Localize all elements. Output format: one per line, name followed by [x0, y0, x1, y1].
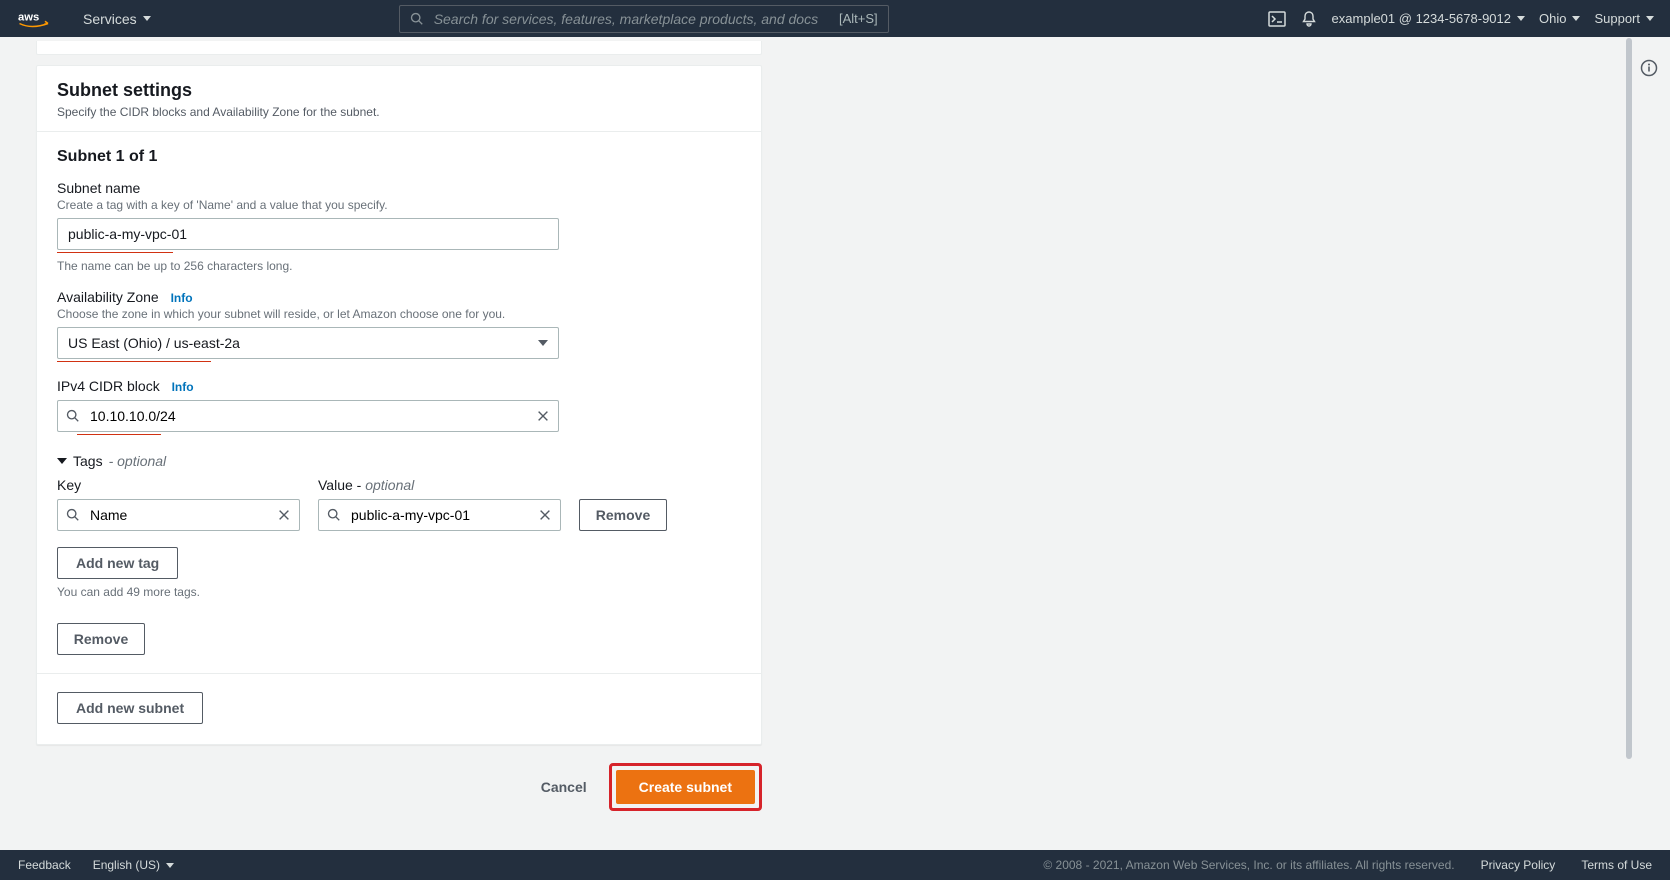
services-menu[interactable]: Services — [75, 11, 159, 27]
svg-text:aws: aws — [18, 11, 39, 23]
tags-toggle[interactable]: Tags - optional — [57, 453, 741, 469]
page-content: Subnet settings Specify the CIDR blocks … — [0, 37, 1628, 850]
panel-subtitle: Specify the CIDR blocks and Availability… — [57, 105, 741, 119]
az-select[interactable]: US East (Ohio) / us-east-2a — [57, 327, 559, 359]
feedback-link[interactable]: Feedback — [18, 858, 71, 872]
tags-optional: - optional — [109, 453, 167, 469]
terms-link[interactable]: Terms of Use — [1581, 858, 1652, 872]
caret-down-icon — [1517, 16, 1525, 21]
privacy-link[interactable]: Privacy Policy — [1481, 858, 1556, 872]
form-actions: Cancel Create subnet — [36, 763, 762, 811]
subnet-name-input[interactable] — [57, 218, 559, 250]
help-gutter — [1628, 37, 1670, 850]
search-shortcut: [Alt+S] — [839, 11, 878, 26]
remove-subnet-button[interactable]: Remove — [57, 623, 145, 655]
subnet-name-help: Create a tag with a key of 'Name' and a … — [57, 198, 741, 212]
account-label: example01 @ 1234-5678-9012 — [1332, 11, 1511, 26]
region-label: Ohio — [1539, 11, 1566, 26]
search-placeholder: Search for services, features, marketpla… — [434, 11, 839, 27]
aws-logo[interactable]: aws — [18, 10, 63, 28]
support-menu[interactable]: Support — [1594, 11, 1654, 26]
tag-value-optional: optional — [365, 477, 414, 493]
caret-down-icon — [57, 458, 67, 464]
az-label: Availability Zone — [57, 289, 159, 305]
clear-icon[interactable] — [536, 409, 550, 423]
language-menu[interactable]: English (US) — [93, 858, 174, 872]
caret-down-icon — [1572, 16, 1580, 21]
tag-key-wrap[interactable] — [57, 499, 300, 531]
cidr-input[interactable] — [88, 402, 536, 430]
cidr-label: IPv4 CIDR block — [57, 378, 160, 394]
create-subnet-button[interactable]: Create subnet — [616, 770, 755, 804]
search-icon — [66, 409, 80, 423]
tag-key-label: Key — [57, 477, 300, 493]
add-subnet-button[interactable]: Add new subnet — [57, 692, 203, 724]
subnet-name-label: Subnet name — [57, 180, 741, 196]
account-menu[interactable]: example01 @ 1234-5678-9012 — [1332, 11, 1525, 26]
tags-label: Tags — [73, 453, 103, 469]
subnet-settings-panel: Subnet settings Specify the CIDR blocks … — [36, 65, 762, 745]
bell-icon — [1300, 10, 1318, 28]
clear-icon[interactable] — [538, 508, 552, 522]
caret-down-icon — [143, 16, 151, 21]
search-icon — [410, 12, 424, 26]
prev-panel-edge — [36, 41, 762, 55]
caret-down-icon — [538, 340, 548, 346]
az-selected-value: US East (Ohio) / us-east-2a — [68, 335, 240, 351]
subnet-name-note: The name can be up to 256 characters lon… — [57, 259, 741, 273]
services-label: Services — [83, 11, 137, 27]
language-label: English (US) — [93, 858, 160, 872]
tag-value-input[interactable] — [349, 501, 538, 529]
scrollbar-thumb[interactable] — [1626, 38, 1632, 759]
cidr-info-link[interactable]: Info — [172, 380, 194, 394]
help-panel-toggle[interactable] — [1640, 59, 1658, 77]
create-highlight: Create subnet — [609, 763, 762, 811]
panel-title: Subnet settings — [57, 80, 741, 101]
cidr-input-wrap[interactable] — [57, 400, 559, 432]
add-tag-button[interactable]: Add new tag — [57, 547, 178, 579]
remove-tag-button[interactable]: Remove — [579, 499, 667, 531]
top-nav: aws Services Search for services, featur… — [0, 0, 1670, 37]
support-label: Support — [1594, 11, 1640, 26]
region-menu[interactable]: Ohio — [1539, 11, 1580, 26]
az-help: Choose the zone in which your subnet wil… — [57, 307, 741, 321]
search-icon — [66, 508, 80, 522]
tag-limit-note: You can add 49 more tags. — [57, 585, 741, 599]
tag-key-input[interactable] — [88, 501, 277, 529]
notifications-button[interactable] — [1300, 10, 1318, 28]
az-info-link[interactable]: Info — [171, 291, 193, 305]
footer: Feedback English (US) © 2008 - 2021, Ama… — [0, 850, 1670, 880]
cloudshell-icon — [1268, 10, 1286, 28]
global-search[interactable]: Search for services, features, marketpla… — [399, 5, 889, 33]
tag-value-label: Value - — [318, 477, 365, 493]
subnet-counter: Subnet 1 of 1 — [57, 148, 741, 166]
tag-value-wrap[interactable] — [318, 499, 561, 531]
clear-icon[interactable] — [277, 508, 291, 522]
search-icon — [327, 508, 341, 522]
caret-down-icon — [1646, 16, 1654, 21]
cancel-button[interactable]: Cancel — [531, 773, 597, 801]
caret-down-icon — [166, 863, 174, 868]
copyright: © 2008 - 2021, Amazon Web Services, Inc.… — [1043, 858, 1454, 872]
cloudshell-button[interactable] — [1268, 10, 1286, 28]
